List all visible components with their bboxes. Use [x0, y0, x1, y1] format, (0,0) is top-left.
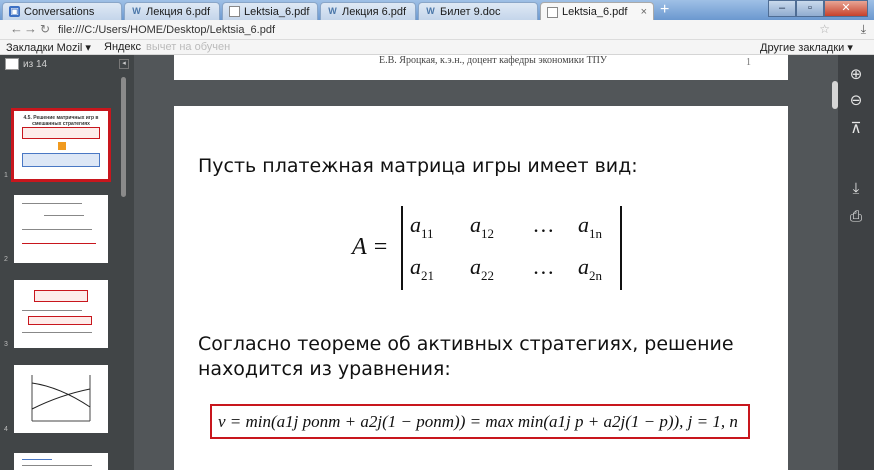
thumbnail-line [22, 459, 52, 460]
matrix-cell: a21 [410, 254, 434, 283]
download-pdf-icon[interactable]: ⤓ [846, 179, 866, 199]
thumbnail-box [34, 290, 88, 302]
address-bar[interactable]: file:///C:/Users/HOME/Desktop/Lektsia_6.… [58, 21, 843, 39]
tab-conversations[interactable]: ▣ Conversations [2, 2, 122, 20]
page-thumbnail-4[interactable] [14, 365, 108, 433]
bookmark-tax-deduction[interactable]: вычет на обучен [146, 41, 230, 53]
collapse-sidebar-button[interactable]: ◂ [119, 59, 129, 69]
thumbnail-sidebar: из 14 ◂ 4.5. Решение матричных игр в сме… [0, 55, 134, 470]
fit-page-icon[interactable]: ⊼ [846, 119, 866, 139]
new-tab-button[interactable]: + [660, 2, 669, 18]
thumbnail-box [22, 127, 100, 139]
close-tab-icon[interactable]: × [641, 3, 647, 21]
tab-strip: ▣ Conversations W Лекция 6.pdf Lektsia_6… [0, 0, 874, 21]
matrix-bar-left [401, 206, 403, 290]
tab-lektsia-pdf[interactable]: Lektsia_6.pdf [222, 2, 318, 20]
thumbnail-number: 4 [4, 426, 8, 433]
matrix-cell: a22 [470, 254, 494, 283]
viewer-side-toolbar [838, 55, 874, 470]
tab-ticket-doc[interactable]: W Билет 9.doc [418, 2, 538, 20]
thumbnail-number: 3 [4, 341, 8, 348]
page-thumbnail-5[interactable] [14, 453, 108, 470]
back-icon[interactable]: ← [10, 21, 23, 36]
page-count: из 14 [23, 59, 48, 70]
thumbnail-line [22, 310, 82, 311]
matrix-cell: a12 [470, 212, 494, 241]
other-bookmarks[interactable]: Другие закладки ▾ [760, 41, 853, 54]
page-number: 1 [746, 57, 751, 68]
solution-formula-box: v = min(a1j pопт + a2j(1 − pопт)) = max … [210, 404, 750, 439]
print-icon[interactable]: ⎙ [846, 207, 866, 227]
thumbnail-line [22, 332, 92, 333]
slide-intro-text: Пусть платежная матрица игры имеет вид: [198, 155, 638, 177]
document-icon [547, 6, 558, 18]
thumbnail-arrow [58, 142, 66, 150]
reload-icon[interactable]: ↻ [40, 22, 50, 36]
bookmarks-bar: Закладки Mozil ▾ Яндекс вычет на обучен … [0, 40, 874, 55]
page-scrollbar[interactable] [832, 81, 838, 109]
document-icon [229, 6, 240, 17]
messages-icon: ▣ [9, 6, 20, 17]
zoom-out-icon[interactable]: ⊖ [846, 91, 866, 111]
thumbnail-box [28, 316, 92, 325]
page-number-input[interactable] [5, 58, 19, 70]
download-icon[interactable]: ⤓ [861, 22, 866, 37]
thumbnail-line [22, 465, 92, 466]
page-footer: Е.В. Яроцкая, к.э.н., доцент кафедры эко… [379, 55, 607, 66]
matrix-cell: … [534, 212, 554, 237]
matrix-cell: a11 [410, 212, 434, 241]
forward-icon[interactable]: → [24, 21, 37, 36]
tab-active-pdf[interactable]: Lektsia_6.pdf × [540, 2, 654, 21]
browser-toolbar: ← → ↻ file:///C:/Users/HOME/Desktop/Lekt… [0, 20, 874, 40]
thumbnail-graph [31, 375, 91, 422]
vk-icon: W [132, 6, 141, 16]
matrix-cell: a1n [578, 212, 602, 241]
thumbnail-line [22, 229, 92, 230]
payoff-matrix: A = a11 a12 … a1n a21 a22 … a2n [352, 206, 632, 290]
pdf-page-previous: Е.В. Яроцкая, к.э.н., доцент кафедры эко… [174, 55, 788, 80]
sidebar-scrollbar[interactable] [121, 77, 126, 197]
vk-icon: W [328, 6, 337, 16]
window-controls: – ▫ ✕ [768, 0, 868, 17]
thumbnail-box [22, 153, 100, 167]
page-thumbnail-3[interactable] [14, 280, 108, 348]
pdf-viewer: из 14 ◂ 4.5. Решение матричных игр в сме… [0, 55, 874, 470]
page-thumbnail-2[interactable] [14, 195, 108, 263]
close-window-button[interactable]: ✕ [824, 0, 868, 17]
theorem-text: Согласно теореме об активных стратегиях,… [198, 333, 734, 380]
thumbnail-number: 2 [4, 256, 8, 263]
matrix-label: A = [352, 234, 389, 260]
minimize-button[interactable]: – [768, 0, 796, 17]
matrix-cell: a2n [578, 254, 602, 283]
thumbnail-number: 1 [4, 172, 8, 179]
bookmark-yandex[interactable]: Яндекс [104, 41, 141, 53]
thumbnail-line [22, 243, 96, 244]
tab-lecture-vk-2[interactable]: W Лекция 6.pdf [320, 2, 416, 20]
thumbnail-line [44, 215, 84, 216]
pdf-page-current: Пусть платежная матрица игры имеет вид: … [174, 106, 788, 470]
zoom-in-icon[interactable]: ⊕ [846, 65, 866, 85]
thumbnail-line [22, 203, 82, 204]
vk-icon: W [426, 6, 435, 16]
matrix-bar-right [620, 206, 622, 290]
solution-formula: v = min(a1j pопт + a2j(1 − pопт)) = max … [218, 411, 738, 431]
bookmark-folder-mozilla[interactable]: Закладки Mozil ▾ [6, 41, 91, 54]
bookmark-star-icon[interactable]: ☆ [819, 22, 830, 36]
matrix-cell: … [534, 254, 554, 279]
page-thumbnail-1[interactable]: 4.5. Решение матричных игр в смешанных с… [11, 108, 111, 182]
tab-lecture-vk[interactable]: W Лекция 6.pdf [124, 2, 220, 20]
maximize-button[interactable]: ▫ [796, 0, 824, 17]
